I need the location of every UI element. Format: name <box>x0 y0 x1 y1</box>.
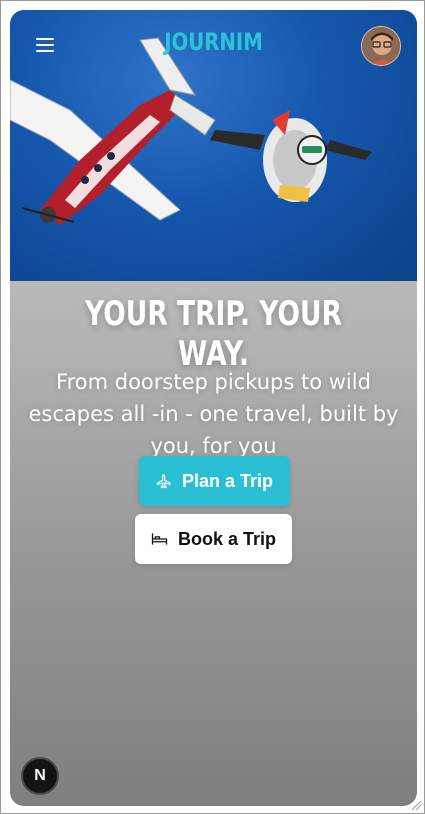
browser-frame: JOURNIM YOUR TRIP. YOUR WAY. From doorst… <box>0 0 425 814</box>
dev-tools-badge[interactable]: N <box>21 757 59 795</box>
hero-headline: YOUR TRIP. YOUR WAY. <box>84 294 343 374</box>
hero-subheadline: From doorstep pickups to wild escapes al… <box>28 370 399 458</box>
plan-trip-button[interactable]: Plan a Trip <box>139 456 290 506</box>
plan-trip-label: Plan a Trip <box>181 470 274 491</box>
bed-icon <box>151 533 168 545</box>
book-trip-button[interactable]: Book a Trip <box>135 514 292 564</box>
brand-logo[interactable]: JOURNIM <box>47 28 381 56</box>
book-trip-label: Book a Trip <box>177 528 276 549</box>
top-navigation-bar: JOURNIM <box>10 10 417 80</box>
skydiver-graphic <box>210 110 372 202</box>
dev-tools-badge-label: N <box>34 767 46 784</box>
app-screen: JOURNIM YOUR TRIP. YOUR WAY. From doorst… <box>10 10 417 806</box>
resize-grip-icon[interactable] <box>410 799 422 811</box>
airplane-icon <box>156 474 171 489</box>
avatar-face-icon <box>362 27 400 65</box>
user-avatar[interactable] <box>361 26 401 66</box>
